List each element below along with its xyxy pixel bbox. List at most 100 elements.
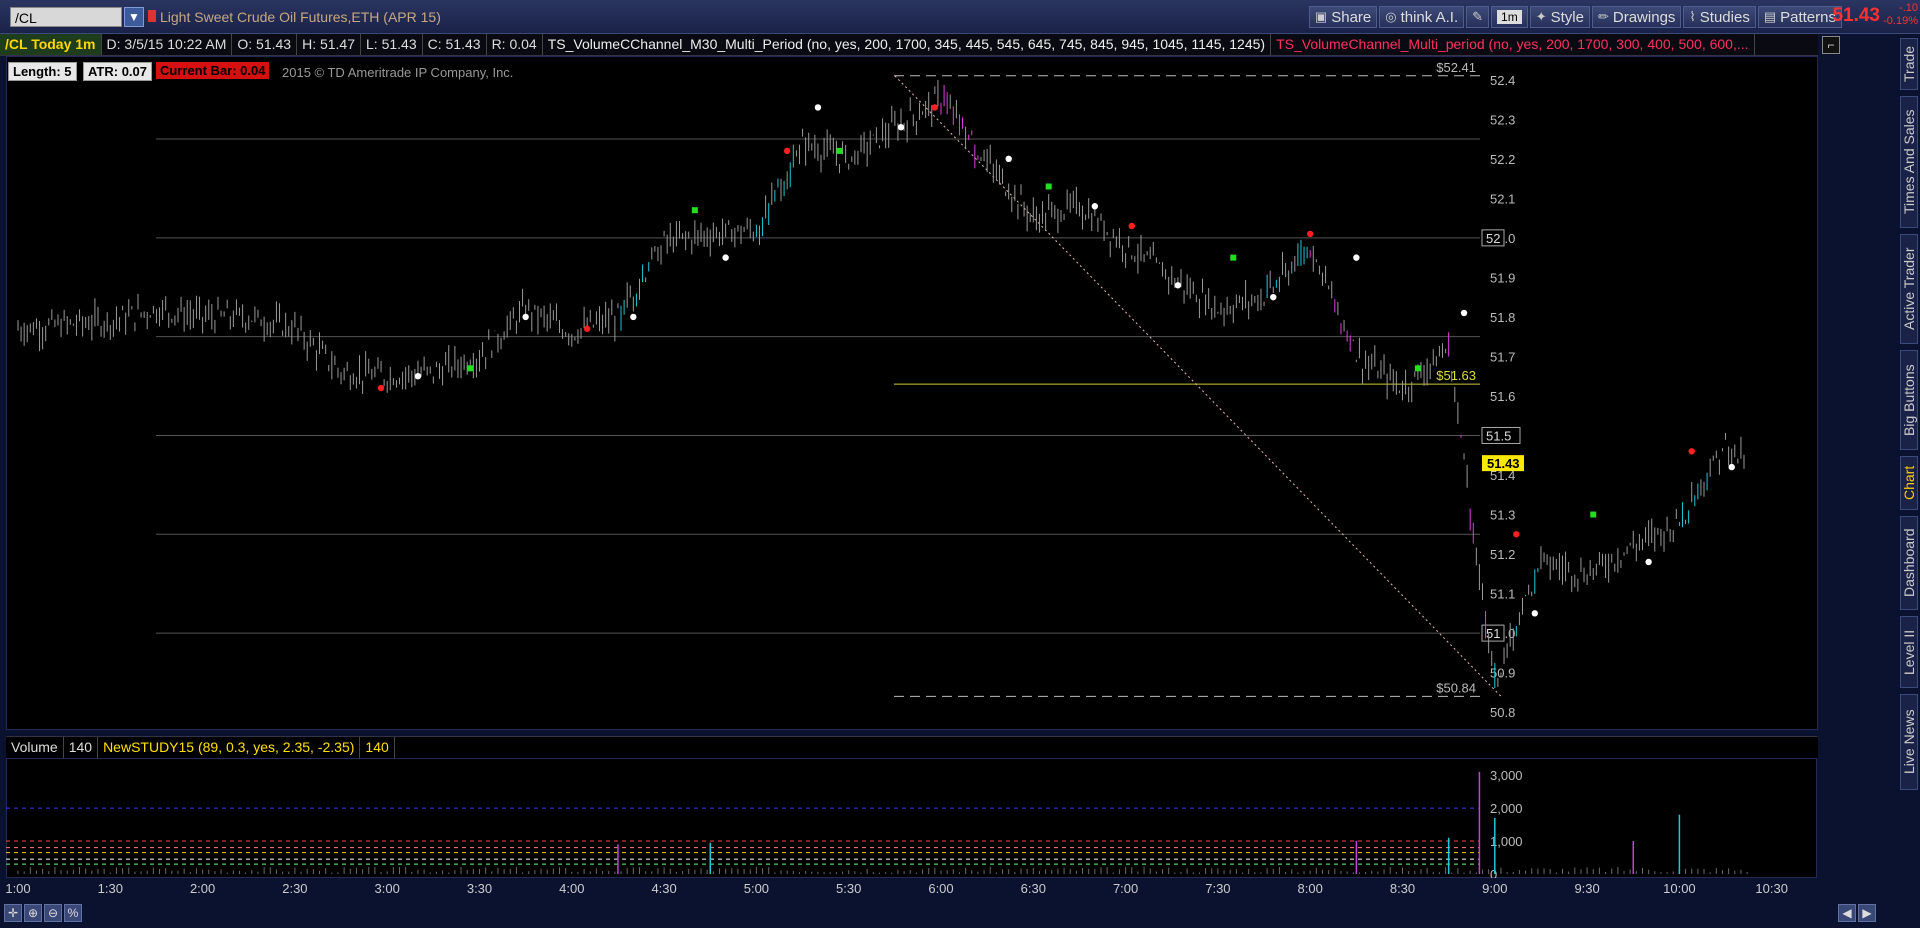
studies-icon: ⌇ <box>1689 9 1696 24</box>
volume-tick-label: 3,000 <box>1490 768 1523 783</box>
newstudy-value: 140 <box>360 737 395 758</box>
crosshair-icon[interactable]: ✛ <box>4 904 22 922</box>
tools-button[interactable]: ✎ <box>1466 6 1490 28</box>
bar-close: C: 51.43 <box>423 34 487 55</box>
price-tick-label: 51.2 <box>1490 547 1515 562</box>
zoom-out-icon[interactable]: ⊖ <box>44 904 62 922</box>
think-ai-button[interactable]: ◎ think A.I. <box>1379 6 1465 28</box>
level-label: $52.41 <box>1436 60 1476 75</box>
volume-value: 140 <box>64 737 99 758</box>
signal-dot <box>1531 610 1538 617</box>
volume-header: Volume 140 NewSTUDY15 (89, 0.3, yes, 2.3… <box>6 736 1818 758</box>
chart-settings-icon[interactable]: ⌐ <box>1822 36 1840 54</box>
time-tick-label: 8:30 <box>1390 881 1415 896</box>
tab-dashboard[interactable]: Dashboard <box>1900 516 1918 610</box>
tab-times-and-sales[interactable]: Times And Sales <box>1900 96 1918 228</box>
style-button[interactable]: ✦ Style <box>1529 6 1590 28</box>
side-tab-bar: Trade Times And Sales Active Trader Big … <box>1898 34 1920 900</box>
signal-dot <box>583 325 591 332</box>
signal-dot <box>1460 309 1468 317</box>
bar-open: O: 51.43 <box>232 34 298 55</box>
time-tick-label: 2:00 <box>190 881 215 896</box>
drawings-button[interactable]: ✏ Drawings <box>1591 6 1682 28</box>
signal-marker <box>1230 254 1237 261</box>
atr-label: ATR: 0.07 <box>83 62 152 81</box>
tab-chart[interactable]: Chart <box>1900 456 1918 510</box>
study-label-volume-cchannel[interactable]: TS_VolumeCChannel_M30_Multi_Period (no, … <box>543 34 1272 55</box>
time-tick-label: 10:30 <box>1755 881 1788 896</box>
signal-dot <box>1128 222 1135 230</box>
studies-button[interactable]: ⌇ Studies <box>1683 6 1756 28</box>
last-price: 51.43 <box>1832 5 1880 26</box>
trend-line <box>894 75 1502 697</box>
price-tick-label: 52.3 <box>1490 112 1515 127</box>
signal-marker <box>1045 183 1052 190</box>
time-tick-label: 6:00 <box>928 881 953 896</box>
price-tick-label: 51.9 <box>1490 270 1515 285</box>
bar-range: R: 0.04 <box>487 34 543 55</box>
scroll-right-icon[interactable]: ▶ <box>1858 904 1876 922</box>
price-tick-label: 52.2 <box>1490 152 1515 167</box>
symbol-description: Light Sweet Crude Oil Futures,ETH (APR 1… <box>160 9 441 25</box>
percent-icon[interactable]: % <box>64 904 82 922</box>
time-tick-label: 6:30 <box>1021 881 1046 896</box>
price-chart[interactable]: 52.452.352.252.152.051.951.851.751.651.5… <box>6 56 1818 730</box>
tab-trade[interactable]: Trade <box>1900 38 1918 90</box>
think-ai-icon: ◎ <box>1385 9 1397 24</box>
price-tick-label: 50.9 <box>1490 666 1515 681</box>
tab-big-buttons[interactable]: Big Buttons <box>1900 350 1918 450</box>
scroll-buttons: ◀ ▶ <box>1838 904 1876 922</box>
chart-symbol-label[interactable]: /CL Today 1m <box>0 34 102 55</box>
volume-label[interactable]: Volume <box>6 737 64 758</box>
signal-marker <box>836 147 843 154</box>
signal-marker <box>1590 511 1597 518</box>
patterns-button[interactable]: ▤ Patterns <box>1757 6 1842 28</box>
tab-active-trader[interactable]: Active Trader <box>1900 234 1918 344</box>
style-icon: ✦ <box>1535 9 1547 24</box>
timeframe-button[interactable]: 1m <box>1491 6 1528 28</box>
tab-level-ii[interactable]: Level II <box>1900 616 1918 688</box>
symbol-input[interactable]: /CL <box>10 7 122 27</box>
chart-frame <box>6 56 1818 730</box>
symbol-dropdown-icon[interactable]: ▼ <box>124 7 144 27</box>
study-label-volume-channel[interactable]: TS_VolumeChannel_Multi_period (no, yes, … <box>1271 34 1755 55</box>
patterns-icon: ▤ <box>1763 9 1777 24</box>
share-button[interactable]: ▣ Share <box>1308 6 1378 28</box>
time-tick-label: 7:30 <box>1205 881 1230 896</box>
scroll-left-icon[interactable]: ◀ <box>1838 904 1856 922</box>
signal-dot <box>630 313 637 321</box>
share-icon: ▣ <box>1314 9 1328 24</box>
level-label: $51.63 <box>1436 368 1476 383</box>
signal-dot <box>1688 448 1695 455</box>
toolbar-buttons: ▣ Share ◎ think A.I. ✎ 1m ✦ Style ✏ Drawings… <box>1308 6 1842 28</box>
signal-dot <box>414 372 422 380</box>
time-tick-label: 1:30 <box>98 881 123 896</box>
top-toolbar: /CL ▼ Light Sweet Crude Oil Futures,ETH … <box>0 0 1920 34</box>
time-tick-label: 3:00 <box>375 881 400 896</box>
signal-marker <box>691 207 698 214</box>
newstudy-label[interactable]: NewSTUDY15 (89, 0.3, yes, 2.35, -2.35) <box>98 737 361 758</box>
volume-tick-label: 0 <box>1490 867 1497 878</box>
price-tick-label: 51.7 <box>1490 349 1515 364</box>
price-chart-canvas[interactable]: 52.452.352.252.152.051.951.851.751.651.5… <box>6 56 1818 730</box>
signal-dot <box>897 123 905 131</box>
price-tick-label: 51.6 <box>1490 389 1515 404</box>
signal-dot <box>1307 230 1314 238</box>
current-bar-label: Current Bar: 0.04 <box>156 62 270 79</box>
price-tick-label: 50.8 <box>1490 705 1515 720</box>
tab-live-news[interactable]: Live News <box>1900 694 1918 790</box>
time-tick-label: 4:30 <box>651 881 676 896</box>
tools-icon: ✎ <box>1472 9 1484 24</box>
volume-chart[interactable]: 3,0002,0001,0000 <box>6 758 1818 878</box>
price-box-label: 52 <box>1486 231 1500 246</box>
signal-dot <box>722 254 729 261</box>
signal-dot <box>931 104 939 111</box>
signal-dot <box>1353 254 1360 261</box>
signal-dot <box>377 384 385 392</box>
flag-icon[interactable] <box>148 10 156 22</box>
time-tick-label: 8:00 <box>1298 881 1323 896</box>
price-tick-label: 51.3 <box>1490 508 1515 523</box>
zoom-in-icon[interactable]: ⊕ <box>24 904 42 922</box>
level-label: $50.84 <box>1436 680 1476 695</box>
bar-low: L: 51.43 <box>361 34 423 55</box>
